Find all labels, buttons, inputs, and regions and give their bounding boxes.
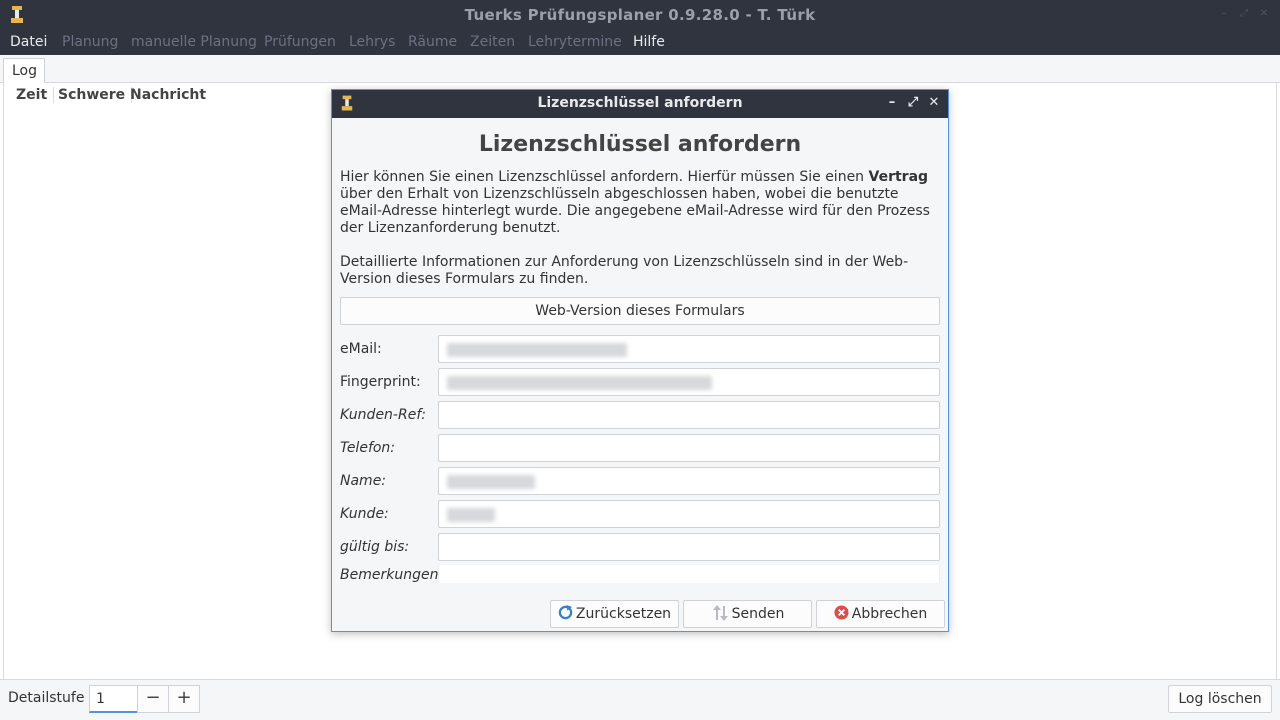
reset-button[interactable]: Zurücksetzen — [550, 600, 679, 628]
fingerprint-field[interactable] — [438, 368, 940, 396]
bottom-bar: Detailstufe 1 − + Log löschen — [0, 679, 1280, 720]
name-label: Name: — [340, 473, 387, 489]
menu-bar: Datei Planung manuelle Planung Prüfungen… — [0, 30, 1280, 55]
send-button-label: Senden — [731, 606, 785, 622]
dialog-close-icon[interactable]: ✕ — [927, 96, 941, 110]
menu-manuelle-planung[interactable]: manuelle Planung — [131, 34, 257, 50]
web-version-button[interactable]: Web-Version dieses Formulars — [340, 297, 940, 325]
minimize-icon[interactable]: – — [1219, 9, 1229, 19]
intro-text-bold: Vertrag — [868, 169, 929, 185]
dialog-minimize-icon[interactable]: – — [885, 96, 899, 110]
remarks-textarea[interactable] — [438, 565, 940, 583]
menu-planung[interactable]: Planung — [62, 34, 118, 50]
column-header-schwere[interactable]: Schwere — [52, 87, 133, 103]
dialog-maximize-icon[interactable]: ⤢ — [906, 96, 920, 110]
intro-text-part1: Hier können Sie einen Lizenzschlüssel an… — [340, 169, 869, 185]
cancel-icon — [834, 605, 849, 620]
dialog-title: Lizenzschlüssel anfordern — [537, 95, 743, 111]
dialog-info-text: Detaillierte Informationen zur Anforderu… — [340, 254, 909, 287]
phone-label: Telefon: — [340, 440, 396, 456]
customer-ref-field[interactable] — [438, 401, 940, 429]
menu-raeume[interactable]: Räume — [408, 34, 457, 50]
send-button[interactable]: Senden — [683, 600, 812, 628]
redacted-value — [447, 376, 712, 390]
email-field[interactable] — [438, 335, 940, 363]
menu-hilfe[interactable]: Hilfe — [633, 34, 665, 50]
customer-label: Kunde: — [340, 506, 389, 522]
cancel-button-label: Abbrechen — [851, 606, 928, 622]
tab-log[interactable]: Log — [3, 58, 45, 84]
redacted-value — [447, 343, 627, 357]
increment-button[interactable]: + — [168, 685, 200, 713]
close-icon[interactable]: ✕ — [1259, 9, 1269, 19]
intro-text-part2: über den Erhalt von Lizenzschlüsseln abg… — [340, 186, 930, 236]
menu-datei[interactable]: Datei — [10, 34, 47, 50]
name-field[interactable] — [438, 467, 940, 495]
dialog-titlebar: Lizenzschlüssel anfordern – ⤢ ✕ — [332, 90, 948, 118]
customer-field[interactable] — [438, 500, 940, 528]
menu-lehrytermine[interactable]: Lehrytermine — [528, 34, 622, 50]
phone-field[interactable] — [438, 434, 940, 462]
decrement-button[interactable]: − — [137, 685, 169, 713]
cancel-button[interactable]: Abbrechen — [816, 600, 945, 628]
reset-button-label: Zurücksetzen — [575, 606, 672, 622]
detail-level-input[interactable]: 1 — [89, 685, 137, 713]
dialog-heading: Lizenzschlüssel anfordern — [478, 132, 802, 157]
clear-log-button[interactable]: Log löschen — [1168, 685, 1272, 713]
tab-bar: Log — [0, 55, 1280, 84]
dialog-intro-text: Hier können Sie einen Lizenzschlüssel an… — [340, 169, 940, 237]
email-label: eMail: — [340, 341, 382, 357]
license-request-dialog: Lizenzschlüssel anfordern – ⤢ ✕ Lizenzsc… — [331, 89, 949, 632]
send-arrows-icon — [712, 604, 728, 621]
redacted-value — [447, 475, 535, 489]
menu-lehrys[interactable]: Lehrys — [349, 34, 395, 50]
window-title: Tuerks Prüfungsplaner 0.9.28.0 - T. Türk — [464, 6, 816, 24]
maximize-icon[interactable]: ⤢ — [1239, 9, 1249, 19]
refresh-icon — [558, 605, 573, 620]
valid-until-label: gültig bis: — [340, 539, 410, 555]
customer-ref-label: Kunden-Ref: — [340, 407, 426, 423]
detail-level-label: Detailstufe — [8, 690, 85, 706]
redacted-value — [447, 508, 495, 522]
remarks-label: Bemerkungen: — [340, 567, 444, 583]
menu-pruefungen[interactable]: Prüfungen — [264, 34, 336, 50]
fingerprint-label: Fingerprint: — [340, 374, 421, 390]
window-titlebar: Tuerks Prüfungsplaner 0.9.28.0 - T. Türk… — [0, 0, 1280, 30]
valid-until-field[interactable] — [438, 533, 940, 561]
column-header-nachricht[interactable]: Nachricht — [124, 87, 212, 103]
menu-zeiten[interactable]: Zeiten — [470, 34, 515, 50]
column-header-zeit[interactable]: Zeit — [10, 87, 55, 103]
